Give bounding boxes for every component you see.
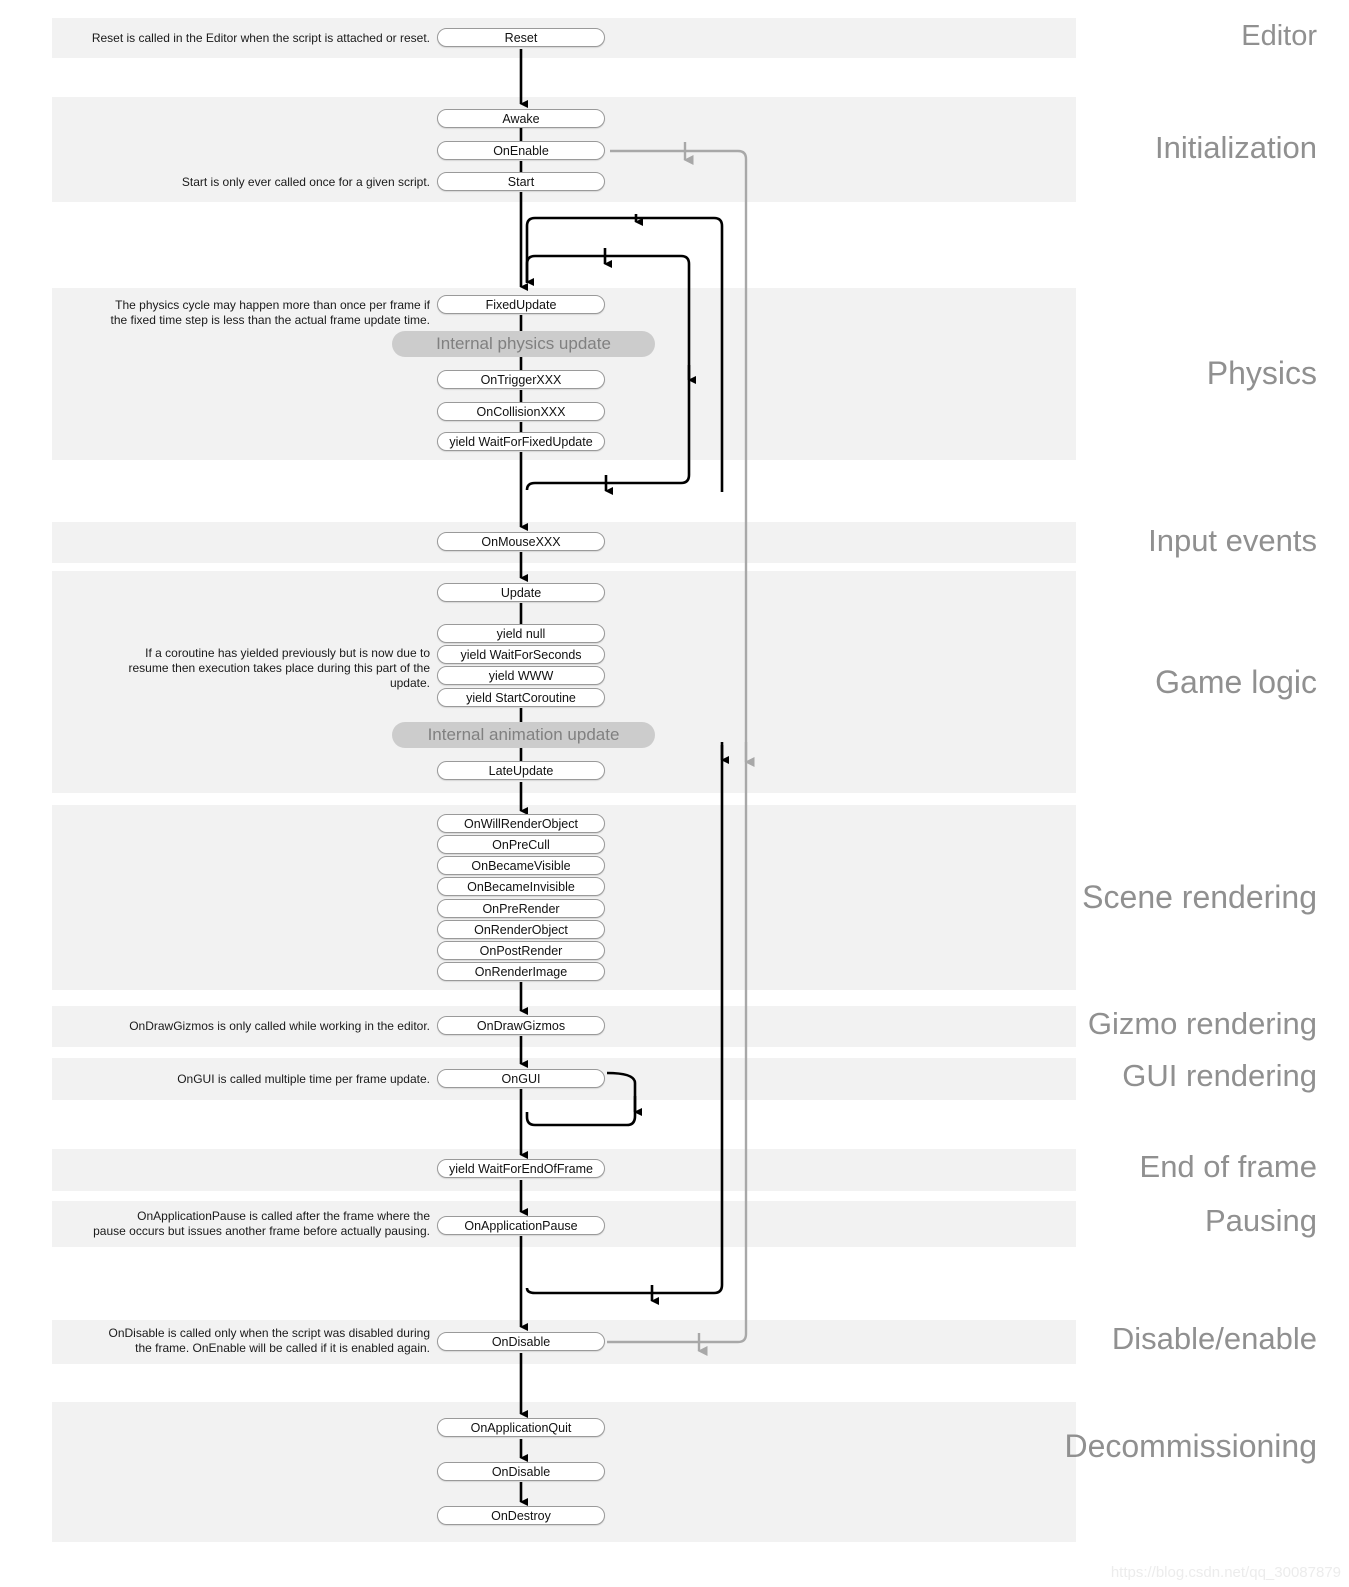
section-label-input-events: Input events [1148,523,1317,558]
note-coroutine: If a coroutine has yielded previously bu… [128,646,430,690]
node-reset[interactable]: Reset [437,28,605,47]
node-on-mouse-xxx[interactable]: OnMouseXXX [437,532,605,551]
node-yield-wait-for-seconds[interactable]: yield WaitForSeconds [437,645,605,664]
note-gui: OnGUI is called multiple time per frame … [177,1072,430,1086]
section-label-gui-rendering: GUI rendering [1122,1058,1317,1093]
pill-internal-animation-update: Internal animation update [392,722,655,748]
section-label-initialization: Initialization [1155,130,1317,165]
note-reset: Reset is called in the Editor when the s… [91,31,430,45]
section-label-decommissioning: Decommissioning [1064,1428,1317,1464]
section-label-game-logic: Game logic [1155,664,1317,700]
node-fixed-update[interactable]: FixedUpdate [437,295,605,314]
node-on-trigger-xxx[interactable]: OnTriggerXXX [437,370,605,389]
node-yield-null[interactable]: yield null [437,624,605,643]
section-label-physics: Physics [1206,355,1317,391]
node-yield-wait-for-end-of-frame[interactable]: yield WaitForEndOfFrame [437,1159,605,1178]
note-physics: The physics cycle may happen more than o… [110,298,431,327]
node-on-draw-gizmos[interactable]: OnDrawGizmos [437,1016,605,1035]
section-label-editor: Editor [1241,20,1317,52]
note-start: Start is only ever called once for a giv… [181,175,430,189]
node-on-pre-cull[interactable]: OnPreCull [437,835,605,854]
node-on-disable[interactable]: OnDisable [437,1332,605,1351]
node-yield-start-coroutine[interactable]: yield StartCoroutine [437,688,605,707]
node-on-post-render[interactable]: OnPostRender [437,941,605,960]
section-label-disable-enable: Disable/enable [1111,1321,1317,1356]
node-on-destroy[interactable]: OnDestroy [437,1506,605,1525]
note-pause: OnApplicationPause is called after the f… [93,1209,430,1238]
node-on-disable-final[interactable]: OnDisable [437,1462,605,1481]
node-on-became-invisible[interactable]: OnBecameInvisible [437,877,605,896]
node-update[interactable]: Update [437,583,605,602]
section-label-gizmo-rendering: Gizmo rendering [1087,1006,1317,1041]
node-on-gui[interactable]: OnGUI [437,1069,605,1088]
node-start[interactable]: Start [437,172,605,191]
note-gizmos: OnDrawGizmos is only called while workin… [129,1019,430,1033]
node-on-render-object[interactable]: OnRenderObject [437,920,605,939]
node-on-render-image[interactable]: OnRenderImage [437,962,605,981]
pill-internal-physics-update: Internal physics update [392,331,655,357]
node-on-application-quit[interactable]: OnApplicationQuit [437,1418,605,1437]
lifecycle-diagram: Editor Initialization Physics Input even… [0,0,1349,1587]
section-label-scene-rendering: Scene rendering [1082,879,1317,915]
node-on-collision-xxx[interactable]: OnCollisionXXX [437,402,605,421]
node-yield-www[interactable]: yield WWW [437,666,605,685]
node-on-application-pause[interactable]: OnApplicationPause [437,1216,605,1235]
node-on-enable[interactable]: OnEnable [437,141,605,160]
node-yield-wait-for-fixed-update[interactable]: yield WaitForFixedUpdate [437,432,605,451]
watermark: https://blog.csdn.net/qq_30087879 [1110,1564,1341,1581]
section-label-pausing: Pausing [1204,1203,1317,1238]
node-on-pre-render[interactable]: OnPreRender [437,899,605,918]
section-label-end-of-frame: End of frame [1139,1149,1317,1184]
node-on-will-render-object[interactable]: OnWillRenderObject [437,814,605,833]
note-disable: OnDisable is called only when the script… [108,1326,430,1355]
node-on-became-visible[interactable]: OnBecameVisible [437,856,605,875]
node-awake[interactable]: Awake [437,109,605,128]
node-late-update[interactable]: LateUpdate [437,761,605,780]
